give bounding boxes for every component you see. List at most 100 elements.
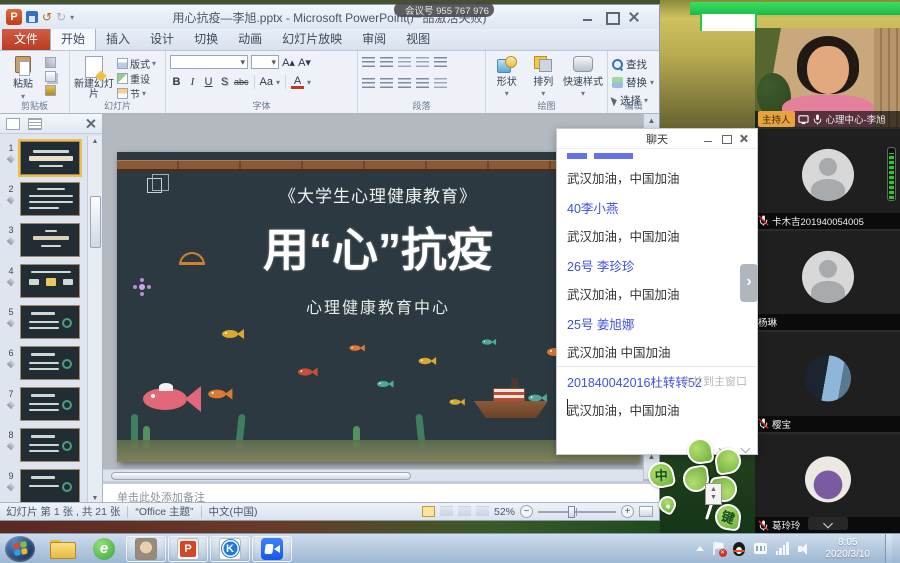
slide-thumbnail[interactable] xyxy=(20,223,80,257)
taskbar-powerpoint-button[interactable]: P xyxy=(168,536,208,562)
chat-minimize-button[interactable] xyxy=(703,134,713,143)
columns-icon[interactable] xyxy=(434,78,447,89)
font-size-select[interactable]: ▾ xyxy=(251,55,279,69)
tab-home[interactable]: 开始 xyxy=(50,26,96,50)
participant-tile[interactable]: 葛玲玲 xyxy=(755,434,900,533)
thumbnail-item[interactable]: 6 xyxy=(2,346,88,382)
align-left-icon[interactable] xyxy=(362,78,375,89)
change-case-button[interactable]: Aa xyxy=(260,76,273,88)
copy-icon[interactable] xyxy=(45,71,56,82)
tab-file[interactable]: 文件 xyxy=(2,27,50,50)
shapes-button[interactable]: 形状 ▾ xyxy=(490,54,524,101)
action-center-flag-icon[interactable]: ✕ xyxy=(713,542,724,555)
tray-expand-icon[interactable] xyxy=(696,546,704,551)
chat-maximize-button[interactable] xyxy=(721,134,731,143)
font-name-select[interactable]: ▾ xyxy=(170,55,248,69)
collapse-chevron-icon[interactable] xyxy=(808,517,848,530)
network-signal-icon[interactable] xyxy=(776,542,789,555)
find-button[interactable]: 查找 xyxy=(612,57,654,72)
tab-view[interactable]: 视图 xyxy=(396,27,440,50)
zoom-in-button[interactable]: + xyxy=(621,505,634,518)
thumbnail-item[interactable]: 7 xyxy=(2,387,88,423)
minimize-button[interactable] xyxy=(581,11,595,23)
line-spacing-icon[interactable] xyxy=(434,57,447,68)
scroll-up-icon[interactable]: ▲ xyxy=(90,138,100,145)
slideshow-view-button[interactable] xyxy=(476,506,489,517)
thumbnail-item[interactable]: 8 xyxy=(2,428,88,464)
tab-review[interactable]: 审阅 xyxy=(352,27,396,50)
font-color-button[interactable]: A xyxy=(291,76,304,89)
scroll-up-icon[interactable]: ▲ xyxy=(644,116,659,125)
paste-button[interactable]: 粘贴 ▾ xyxy=(4,54,42,101)
align-right-icon[interactable] xyxy=(398,78,411,89)
slide-thumbnail[interactable] xyxy=(20,387,80,421)
input-method-icon[interactable] xyxy=(754,543,767,554)
new-slide-button[interactable]: 新建幻灯片 xyxy=(74,54,114,101)
justify-icon[interactable] xyxy=(416,78,429,89)
replace-button[interactable]: 替换▾ xyxy=(612,75,654,90)
reset-button[interactable]: 重设 xyxy=(117,72,156,85)
slide-thumbnail[interactable] xyxy=(20,264,80,298)
spinner-widget[interactable]: ▲▼ xyxy=(705,483,722,505)
participant-tile[interactable]: 卡木吉201940054005 xyxy=(755,129,900,228)
start-button[interactable] xyxy=(5,536,35,562)
thumbnail-item[interactable]: 9 xyxy=(2,469,88,504)
thumbnail-scrollbar[interactable]: ▲ ▼ xyxy=(87,136,102,504)
increase-indent-icon[interactable] xyxy=(416,57,429,68)
slides-tab-icon[interactable] xyxy=(6,118,20,130)
text-shadow-button[interactable]: S xyxy=(218,76,231,88)
taskbar-explorer-button[interactable] xyxy=(42,536,82,562)
thumbnail-item[interactable]: 1 xyxy=(2,141,88,177)
cut-icon[interactable] xyxy=(45,57,56,68)
volume-icon[interactable] xyxy=(798,543,811,555)
outline-tab-icon[interactable] xyxy=(28,118,42,130)
italic-button[interactable]: I xyxy=(186,76,199,88)
zoom-slider-thumb[interactable] xyxy=(568,506,575,518)
tab-insert[interactable]: 插入 xyxy=(96,27,140,50)
layout-button[interactable]: 版式▾ xyxy=(117,57,156,70)
quick-styles-button[interactable]: 快速样式 ▾ xyxy=(563,54,603,101)
grow-font-button[interactable]: A▴ xyxy=(282,56,295,69)
taskbar-photo-app-button[interactable] xyxy=(126,536,166,562)
tab-transitions[interactable]: 切换 xyxy=(184,27,228,50)
thumbnail-item[interactable]: 5 xyxy=(2,305,88,341)
normal-view-button[interactable] xyxy=(422,506,435,517)
scrollbar-thumb[interactable] xyxy=(90,196,101,248)
participant-tile[interactable]: 杨琳 xyxy=(755,231,900,330)
slide-sorter-view-button[interactable] xyxy=(440,506,453,517)
taskbar-meeting-button[interactable] xyxy=(252,536,292,562)
arrange-button[interactable]: 排列 ▾ xyxy=(527,54,561,101)
slide-thumbnail[interactable] xyxy=(20,346,80,380)
taskbar-k-app-button[interactable]: K xyxy=(210,536,250,562)
tab-design[interactable]: 设计 xyxy=(140,27,184,50)
thumbnail-item[interactable]: 3 xyxy=(2,223,88,259)
slide-thumbnail[interactable] xyxy=(20,305,80,339)
taskbar-clock[interactable]: 8:05 2020/3/10 xyxy=(820,537,877,561)
qq-tray-icon[interactable] xyxy=(733,542,745,556)
shrink-font-button[interactable]: A▾ xyxy=(298,56,311,69)
bullets-icon[interactable] xyxy=(362,57,375,68)
bold-button[interactable]: B xyxy=(170,76,183,88)
sidebar-expand-button[interactable]: › xyxy=(740,264,758,302)
show-desktop-button[interactable] xyxy=(885,534,892,563)
close-panel-icon[interactable] xyxy=(85,118,96,129)
slide-thumbnail[interactable] xyxy=(20,428,80,462)
reading-view-button[interactable] xyxy=(458,506,471,517)
tab-animations[interactable]: 动画 xyxy=(228,27,272,50)
slide-thumbnail[interactable] xyxy=(20,182,80,216)
decrease-indent-icon[interactable] xyxy=(398,57,411,68)
zoom-out-button[interactable]: − xyxy=(520,505,533,518)
horizontal-scrollbar[interactable] xyxy=(103,469,643,481)
participant-tile[interactable]: 樱宝 xyxy=(755,332,900,431)
maximize-button[interactable] xyxy=(604,11,618,23)
slide-thumbnail-selected[interactable] xyxy=(20,141,80,175)
scrollbar-thumb[interactable] xyxy=(111,472,411,480)
format-painter-icon[interactable] xyxy=(45,85,56,96)
strikethrough-button[interactable]: abc xyxy=(234,77,249,87)
zoom-slider[interactable] xyxy=(538,511,616,513)
slide-thumbnail[interactable] xyxy=(20,469,80,503)
scroll-down-icon[interactable]: ▼ xyxy=(90,495,100,502)
align-center-icon[interactable] xyxy=(380,78,393,89)
chat-close-button[interactable] xyxy=(739,134,749,143)
participant-video-host[interactable]: 主持人 心理中心-李旭 xyxy=(755,28,900,127)
